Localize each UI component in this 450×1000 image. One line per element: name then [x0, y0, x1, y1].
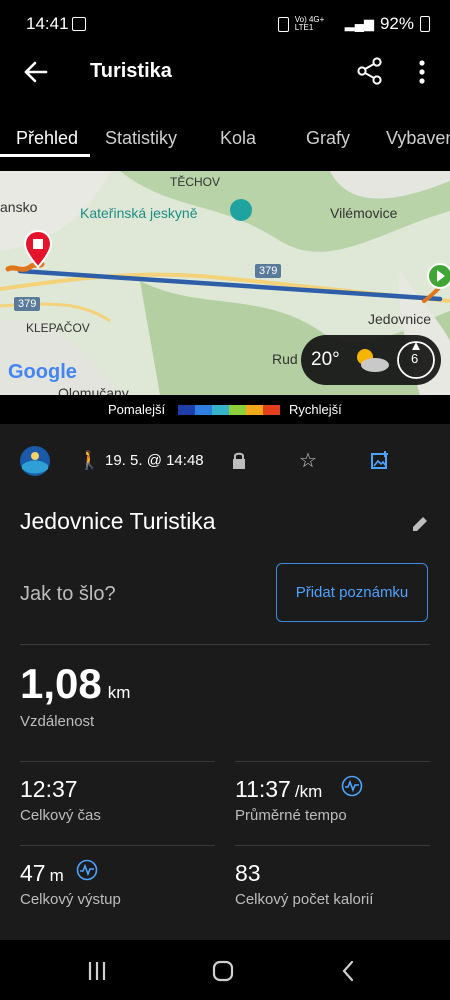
- status-bar: 14:41 Vo) 4G+ LTE1 ▂▄▆ 92%: [0, 0, 450, 48]
- ascent-label: Celkový výstup: [20, 891, 121, 908]
- ascent-value: 47: [20, 860, 46, 886]
- start-marker-icon: [427, 263, 450, 289]
- heart-rate-info-icon[interactable]: [76, 859, 98, 881]
- battery-icon: [420, 16, 430, 32]
- calories-label: Celkový počet kalorií: [235, 891, 374, 908]
- system-nav-bar: [0, 940, 450, 1000]
- active-tab-indicator: [0, 154, 90, 157]
- location-badge-icon: [20, 446, 50, 476]
- pace-value: 11:37: [235, 776, 291, 802]
- tab-overview[interactable]: Přehled: [16, 128, 78, 149]
- map-label-vilemovice: Vilémovice: [330, 205, 398, 221]
- status-indicators: Vo) 4G+ LTE1 ▂▄▆ 92%: [277, 14, 430, 34]
- signal-icon: ▂▄▆: [344, 16, 374, 31]
- back-nav-icon[interactable]: [337, 959, 361, 983]
- heart-rate-info-icon[interactable]: [341, 775, 363, 797]
- divider: [235, 761, 430, 762]
- hiking-icon: 🚶: [78, 450, 101, 470]
- pace-unit: /km: [294, 782, 323, 801]
- map-label-olomucany: Olomučany: [58, 385, 129, 395]
- wind-speed: 6: [411, 351, 419, 366]
- map-label-ansko: ansko: [0, 199, 38, 215]
- divider: [20, 845, 215, 846]
- tab-statistics[interactable]: Statistiky: [105, 128, 177, 149]
- tab-bar: Přehled Statistiky Kola Grafy Vybavení: [0, 110, 450, 160]
- recent-apps-icon[interactable]: [85, 959, 109, 983]
- total-time-label: Celkový čas: [20, 807, 101, 824]
- calories-value: 83: [235, 860, 261, 886]
- end-pin-icon: [23, 229, 53, 269]
- distance-value: 1,08: [20, 660, 102, 707]
- distance-label: Vzdálenost: [20, 713, 95, 730]
- activity-title: Jedovnice Turistika: [20, 508, 216, 534]
- calories-stat: 83: [235, 860, 261, 887]
- gallery-icon: [72, 17, 86, 31]
- map-label-klepacov: KLEPAČOV: [26, 321, 90, 335]
- activity-date: 19. 5. @ 14:48: [105, 452, 204, 469]
- distance-stat: 1,08 km: [20, 660, 130, 708]
- tab-laps[interactable]: Kola: [220, 128, 256, 149]
- google-logo: Google: [8, 361, 77, 383]
- weather-temp: 20°: [311, 349, 340, 370]
- home-icon[interactable]: [211, 959, 235, 983]
- ascent-unit: m: [49, 866, 64, 885]
- map-label-techov: TĚCHOV: [170, 175, 221, 189]
- network-label: Vo) 4G+ LTE1: [294, 15, 325, 32]
- divider: [20, 761, 215, 762]
- map-label-jedovnice: Jedovnice: [368, 311, 432, 327]
- activity-meta-row: 🚶 19. 5. @ 14:48 ☆: [0, 445, 450, 476]
- legend-slower: Pomalejší: [108, 402, 166, 417]
- edit-pencil-icon[interactable]: [410, 514, 430, 534]
- page-title: Turistika: [90, 60, 172, 82]
- speed-gradient-bar: [178, 405, 280, 415]
- more-options-icon[interactable]: [412, 58, 432, 86]
- status-time: 14:41: [26, 14, 69, 33]
- app-bar: Turistika: [0, 48, 450, 98]
- partly-cloudy-icon: [357, 349, 389, 372]
- total-time-stat: 12:37: [20, 776, 78, 803]
- share-icon[interactable]: [356, 56, 384, 86]
- divider: [235, 845, 430, 846]
- divider: [20, 644, 430, 645]
- ascent-stat: 47 m: [20, 860, 64, 887]
- lock-icon[interactable]: [231, 451, 247, 471]
- tab-charts[interactable]: Grafy: [306, 128, 350, 149]
- map-road-label: 379: [14, 297, 41, 311]
- map-road-label: 379: [255, 264, 282, 278]
- battery-percent: 92%: [379, 14, 414, 33]
- pace-stat: 11:37/km: [235, 776, 322, 803]
- add-note-button[interactable]: Přidat poznámku: [276, 563, 428, 622]
- camera-poi-icon: [230, 199, 252, 221]
- speed-legend: Pomalejší Rychlejší: [0, 400, 450, 420]
- legend-faster: Rychlejší: [289, 402, 342, 417]
- star-icon[interactable]: ☆: [299, 448, 317, 473]
- add-photo-icon[interactable]: [370, 450, 390, 470]
- total-time-value: 12:37: [20, 776, 78, 802]
- weather-widget[interactable]: 20° 6: [301, 335, 441, 385]
- tab-equipment[interactable]: Vybavení: [386, 128, 450, 149]
- back-arrow-icon[interactable]: [22, 58, 50, 86]
- map-label-rud: Rud: [272, 351, 298, 367]
- distance-unit: km: [107, 683, 131, 702]
- map-label-katerinska: Kateřinská jeskyně: [80, 205, 198, 221]
- battery-saver-icon: [277, 16, 289, 32]
- how-did-it-go: Jak to šlo?: [20, 583, 116, 605]
- pace-label: Průměrné tempo: [235, 807, 347, 824]
